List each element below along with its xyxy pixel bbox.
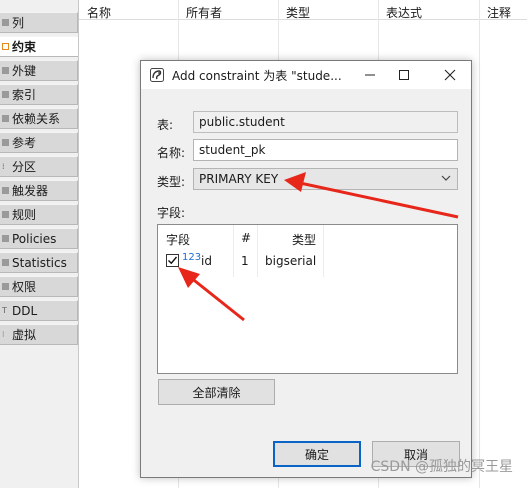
sidebar-item-label: 约束: [12, 40, 37, 54]
minimize-icon: [365, 74, 375, 76]
sidebar-item-dependencies[interactable]: 依赖关系: [0, 108, 78, 129]
field-row-index: 1: [241, 254, 249, 268]
dialog-titlebar[interactable]: Add constraint 为表 "stude...: [141, 61, 471, 89]
fields-table: 字段 # 类型 123 id 1 bigserial: [157, 224, 458, 374]
sidebar-item-label: 规则: [12, 208, 37, 222]
sidebar-item-label: 依赖关系: [12, 112, 61, 126]
virtual-icon: ⁝: [2, 330, 5, 339]
sidebar-item-ddl[interactable]: T DDL: [0, 300, 78, 321]
sidebar-item-policies[interactable]: Policies: [0, 228, 78, 249]
name-label: 名称:: [157, 146, 186, 160]
grid-column-divider: [479, 0, 480, 488]
add-constraint-dialog: Add constraint 为表 "stude... 表: public.st…: [140, 60, 472, 478]
sidebar-item-virtual[interactable]: ⁝ 虚拟: [0, 324, 78, 345]
grid-header-expression[interactable]: 表达式: [386, 4, 422, 21]
sidebar-item-label: DDL: [12, 303, 38, 318]
sidebar-item-columns[interactable]: 列: [0, 12, 78, 33]
chevron-down-icon: [441, 175, 451, 181]
type-label: 类型:: [157, 175, 186, 189]
sidebar-item-label: Policies: [12, 231, 57, 246]
sidebar-item-label: 列: [12, 16, 25, 30]
sidebar-item-label: 参考: [12, 136, 37, 150]
sidebar-item-label: Statistics: [12, 255, 67, 270]
clear-all-button[interactable]: 全部清除: [158, 379, 275, 405]
dependency-icon: [2, 115, 9, 122]
sidebar-item-statistics[interactable]: Statistics: [0, 252, 78, 273]
maximize-icon: [399, 70, 409, 80]
reference-icon: [2, 139, 9, 146]
minimize-button[interactable]: [353, 61, 387, 89]
sidebar: 列 约束 外键 索引 依赖关系 参考 ⁞ 分区 触发器 规则 Policies …: [0, 0, 79, 488]
watermark: CSDN @孤独的冥王星: [370, 459, 513, 475]
constraint-type-value: PRIMARY KEY: [199, 172, 279, 186]
column-icon: [2, 19, 9, 26]
trigger-icon: [2, 187, 9, 194]
sidebar-item-rules[interactable]: 规则: [0, 204, 78, 225]
foreign-key-icon: [2, 67, 9, 74]
sidebar-item-label: 权限: [12, 280, 37, 294]
sidebar-item-label: 虚拟: [12, 328, 37, 342]
permission-icon: [2, 283, 9, 290]
close-icon: [444, 69, 456, 81]
maximize-button[interactable]: [387, 61, 421, 89]
field-row-type: bigserial: [265, 254, 317, 268]
dbeaver-app-icon: [150, 68, 164, 82]
sidebar-item-label: 外键: [12, 64, 37, 78]
fields-table-header-field[interactable]: 字段: [166, 231, 190, 248]
sidebar-item-label: 分区: [12, 160, 37, 174]
fields-table-header-index[interactable]: #: [241, 231, 251, 245]
rule-icon: [2, 211, 9, 218]
grid-header-comment[interactable]: 注释: [487, 4, 511, 21]
sidebar-item-label: 触发器: [12, 184, 49, 198]
grid-header-owner[interactable]: 所有者: [186, 4, 222, 21]
fields-table-header-type[interactable]: 类型: [292, 231, 316, 248]
index-icon: [2, 91, 9, 98]
checkmark-icon: [168, 256, 178, 265]
sidebar-item-indexes[interactable]: 索引: [0, 84, 78, 105]
constraint-type-select[interactable]: PRIMARY KEY: [193, 168, 458, 190]
statistics-icon: [2, 259, 9, 266]
grid-header-name[interactable]: 名称: [87, 4, 111, 21]
policy-icon: [2, 235, 9, 242]
constraint-name-input[interactable]: student_pk: [193, 139, 458, 161]
column-divider: [323, 225, 324, 277]
column-divider: [233, 225, 234, 277]
column-divider: [257, 225, 258, 277]
ok-button[interactable]: 确定: [273, 441, 361, 467]
table-field: public.student: [193, 111, 458, 133]
ddl-icon: T: [2, 306, 7, 315]
sidebar-item-partitions[interactable]: ⁞ 分区: [0, 156, 78, 177]
sidebar-item-label: 索引: [12, 88, 37, 102]
constraint-icon: [2, 43, 9, 50]
sidebar-item-foreign-keys[interactable]: 外键: [0, 60, 78, 81]
fields-label: 字段:: [157, 206, 186, 220]
field-row-name: id: [201, 254, 212, 268]
close-button[interactable]: [433, 61, 467, 89]
sidebar-item-constraints[interactable]: 约束: [0, 36, 78, 57]
sidebar-item-triggers[interactable]: 触发器: [0, 180, 78, 201]
sidebar-item-references[interactable]: 参考: [0, 132, 78, 153]
numeric-type-icon: 123: [182, 252, 202, 263]
grid-header-type[interactable]: 类型: [286, 4, 310, 21]
field-row-checkbox[interactable]: [166, 254, 179, 267]
sidebar-item-permissions[interactable]: 权限: [0, 276, 78, 297]
table-label: 表:: [157, 118, 174, 132]
dialog-title: Add constraint 为表 "stude...: [172, 69, 342, 83]
partition-icon: ⁞: [2, 162, 5, 171]
